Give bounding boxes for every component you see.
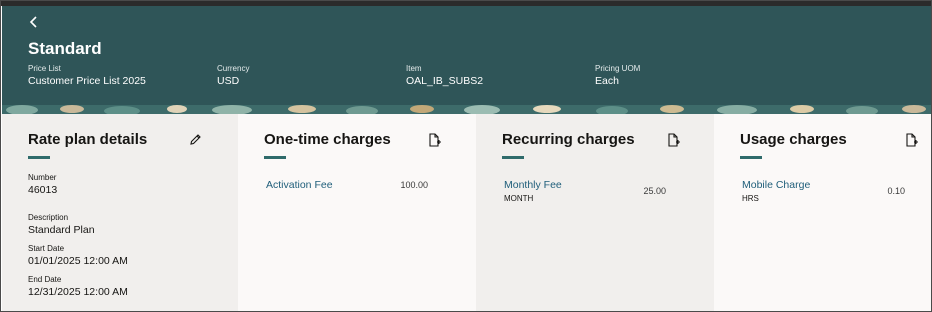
field-label: Description xyxy=(28,213,69,222)
title-underline xyxy=(28,156,50,159)
charge-unit: HRS xyxy=(742,194,759,203)
title-underline xyxy=(740,156,762,159)
charge-amount: 25.00 xyxy=(643,186,666,196)
field-end-date: End Date 12/31/2025 12:00 AM xyxy=(28,275,128,298)
field-label: End Date xyxy=(28,275,62,284)
pencil-icon[interactable] xyxy=(188,132,202,148)
rate-plan-panel: Rate plan details Number 46013 Descripti… xyxy=(2,114,238,311)
one-time-charges-panel: One-time charges Activation Fee 100.00 xyxy=(238,114,476,311)
meta-value: OAL_IB_SUBS2 xyxy=(406,75,484,87)
panels-row: Rate plan details Number 46013 Descripti… xyxy=(2,114,931,311)
page-title: Standard xyxy=(28,39,102,58)
meta-label: Pricing UOM xyxy=(595,64,641,73)
recurring-charges-title: Recurring charges xyxy=(502,131,635,148)
meta-currency: Currency USD xyxy=(217,64,249,87)
field-label: Number xyxy=(28,173,57,182)
field-description: Description Standard Plan xyxy=(28,213,95,236)
field-start-date: Start Date 01/01/2025 12:00 AM xyxy=(28,244,128,267)
charge-amount: 0.10 xyxy=(887,186,905,196)
document-add-icon[interactable] xyxy=(904,132,918,148)
charge-link-activation-fee[interactable]: Activation Fee xyxy=(266,179,333,191)
title-underline xyxy=(502,156,524,159)
rate-plan-title: Rate plan details xyxy=(28,131,148,148)
page-header: Standard Price List Customer Price List … xyxy=(2,6,931,114)
usage-charges-title: Usage charges xyxy=(740,131,847,148)
chevron-left-icon[interactable] xyxy=(27,14,41,30)
charge-amount: 100.00 xyxy=(400,180,428,190)
field-value: 12/31/2025 12:00 AM xyxy=(28,286,128,298)
field-value: 01/01/2025 12:00 AM xyxy=(28,255,128,267)
document-add-icon[interactable] xyxy=(427,132,441,148)
field-label: Start Date xyxy=(28,244,65,253)
field-value: Standard Plan xyxy=(28,224,95,236)
app-frame: Standard Price List Customer Price List … xyxy=(0,0,932,312)
meta-label: Item xyxy=(406,64,422,73)
charge-link-mobile-charge[interactable]: Mobile Charge xyxy=(742,179,810,191)
charge-frequency: MONTH xyxy=(504,194,534,203)
charge-link-monthly-fee[interactable]: Monthly Fee xyxy=(504,179,562,191)
usage-charges-panel: Usage charges Mobile Charge HRS 0.10 xyxy=(714,114,931,311)
meta-item: Item OAL_IB_SUBS2 xyxy=(406,64,483,87)
field-value: 46013 xyxy=(28,184,58,196)
decorative-pattern xyxy=(2,105,931,114)
recurring-charges-panel: Recurring charges Monthly Fee MONTH 25.0… xyxy=(476,114,714,311)
field-number: Number 46013 xyxy=(28,173,57,196)
meta-price-list: Price List Customer Price List 2025 xyxy=(28,64,146,87)
meta-value: USD xyxy=(217,75,240,87)
document-add-icon[interactable] xyxy=(666,132,680,148)
one-time-charges-title: One-time charges xyxy=(264,131,391,148)
meta-label: Currency xyxy=(217,64,250,73)
title-underline xyxy=(264,156,286,159)
meta-pricing-uom: Pricing UOM Each xyxy=(595,64,640,87)
meta-value: Each xyxy=(595,75,619,87)
meta-label: Price List xyxy=(28,64,61,73)
meta-value: Customer Price List 2025 xyxy=(28,75,146,87)
